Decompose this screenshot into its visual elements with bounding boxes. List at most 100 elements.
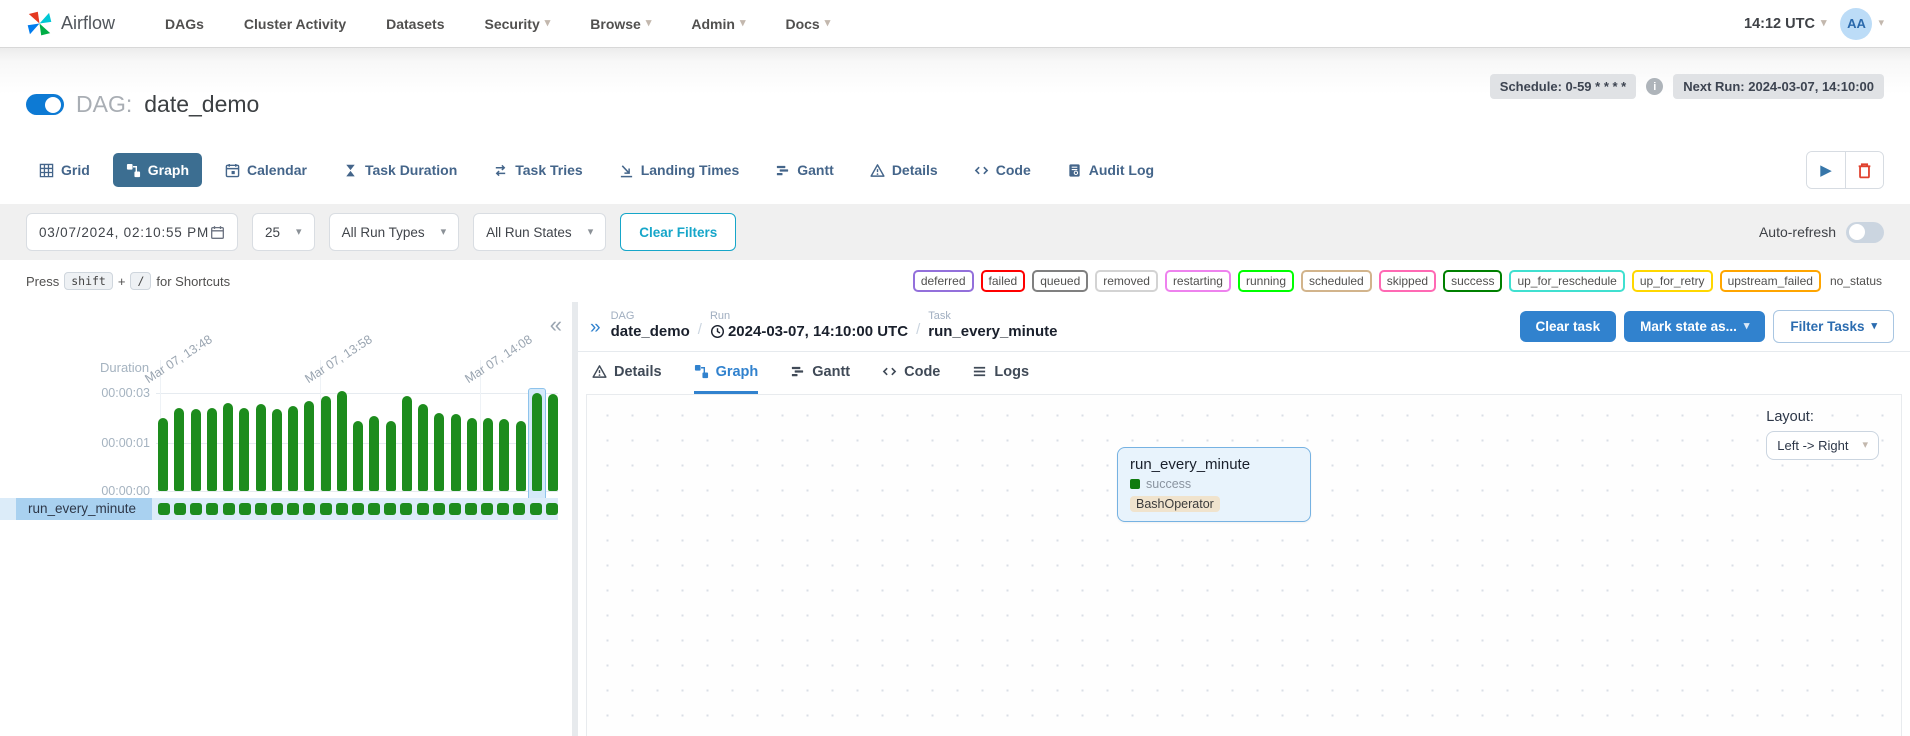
user-menu[interactable]: AA ▾ [1840, 8, 1884, 40]
duration-bar[interactable] [174, 408, 184, 491]
task-instance-success[interactable] [417, 503, 429, 515]
utc-clock[interactable]: 14:12 UTC ▾ [1744, 16, 1826, 32]
page-size-select[interactable]: 25▾ [252, 213, 315, 251]
task-instance-success[interactable] [384, 503, 396, 515]
run-states-select[interactable]: All Run States▾ [473, 213, 606, 251]
clear-filters-button[interactable]: Clear Filters [620, 213, 736, 251]
tab-grid[interactable]: Grid [26, 153, 103, 187]
trigger-dag-button[interactable]: ▶ [1807, 152, 1845, 188]
tab-logs[interactable]: Logs [972, 352, 1029, 394]
tab-landing-times[interactable]: Landing Times [606, 153, 753, 187]
task-instance-success[interactable] [530, 503, 542, 515]
task-instance-success[interactable] [481, 503, 493, 515]
tab-details[interactable]: Details [857, 153, 951, 187]
legend-badge-scheduled[interactable]: scheduled [1301, 270, 1372, 292]
task-instance-success[interactable] [368, 503, 380, 515]
duration-bar[interactable] [451, 414, 461, 491]
task-instance-success[interactable] [174, 503, 186, 515]
nav-item-dags[interactable]: DAGs [165, 16, 204, 32]
task-instance-success[interactable] [255, 503, 267, 515]
duration-bar[interactable] [239, 408, 249, 491]
run-types-select[interactable]: All Run Types▾ [329, 213, 460, 251]
task-instance-success[interactable] [449, 503, 461, 515]
base-date-input[interactable]: 03/07/2024, 02:10:55 PM [26, 213, 238, 251]
duration-bar[interactable] [402, 396, 412, 491]
tab-task-tries[interactable]: Task Tries [480, 153, 595, 187]
task-instance-success[interactable] [303, 503, 315, 515]
tab-graph[interactable]: Graph [113, 153, 202, 187]
tab-code[interactable]: Code [961, 153, 1044, 187]
task-node[interactable]: run_every_minute success BashOperator [1117, 447, 1311, 522]
tab-code[interactable]: Code [882, 352, 940, 394]
nav-item-security[interactable]: Security▾ [484, 16, 550, 32]
nav-item-datasets[interactable]: Datasets [386, 16, 444, 32]
task-instance-success[interactable] [513, 503, 525, 515]
legend-badge-success[interactable]: success [1443, 270, 1502, 292]
task-instance-success[interactable] [400, 503, 412, 515]
duration-bar[interactable] [386, 421, 396, 491]
duration-bar[interactable] [337, 391, 347, 491]
task-instance-success[interactable] [465, 503, 477, 515]
legend-badge-failed[interactable]: failed [981, 270, 1026, 292]
task-instance-success[interactable] [352, 503, 364, 515]
duration-bar[interactable] [434, 413, 444, 491]
task-row-label[interactable]: run_every_minute [16, 498, 152, 520]
auto-refresh-toggle[interactable] [1846, 222, 1884, 243]
task-instance-success[interactable] [287, 503, 299, 515]
duration-bar[interactable] [548, 394, 558, 491]
duration-bar[interactable] [158, 418, 168, 491]
duration-bar[interactable] [499, 419, 509, 491]
filter-tasks-button[interactable]: Filter Tasks ▾ [1773, 310, 1894, 343]
task-instance-success[interactable] [433, 503, 445, 515]
duration-bar[interactable] [272, 409, 282, 491]
duration-bar[interactable] [321, 396, 331, 491]
legend-badge-restarting[interactable]: restarting [1165, 270, 1231, 292]
breadcrumb-task[interactable]: Task run_every_minute [928, 310, 1057, 340]
nav-item-admin[interactable]: Admin▾ [691, 16, 745, 32]
duration-bar[interactable] [256, 404, 266, 491]
duration-bar[interactable] [467, 418, 477, 491]
nav-item-browse[interactable]: Browse▾ [590, 16, 651, 32]
task-instance-success[interactable] [239, 503, 251, 515]
collapse-panel-icon[interactable]: « [550, 314, 562, 336]
legend-badge-running[interactable]: running [1238, 270, 1294, 292]
duration-bar[interactable] [207, 408, 217, 491]
info-icon[interactable]: i [1646, 78, 1663, 95]
task-instance-success[interactable] [158, 503, 170, 515]
dag-pause-toggle[interactable] [26, 94, 64, 115]
duration-bar[interactable] [304, 401, 314, 491]
task-instance-success[interactable] [223, 503, 235, 515]
legend-badge-up-for-reschedule[interactable]: up_for_reschedule [1509, 270, 1624, 292]
tab-calendar[interactable]: Calendar [212, 153, 320, 187]
duration-bar[interactable] [418, 404, 428, 491]
mark-state-button[interactable]: Mark state as... ▾ [1624, 311, 1765, 342]
airflow-brand[interactable]: Airflow [26, 10, 115, 37]
duration-bar[interactable] [369, 416, 379, 491]
task-instance-success[interactable] [190, 503, 202, 515]
legend-badge-deferred[interactable]: deferred [913, 270, 974, 292]
duration-bar[interactable] [288, 406, 298, 491]
task-instance-success[interactable] [271, 503, 283, 515]
graph-canvas[interactable]: Layout: Left -> Right ▾ run_every_minute… [586, 394, 1902, 736]
duration-bar[interactable] [483, 418, 493, 491]
task-instance-success[interactable] [336, 503, 348, 515]
tab-details[interactable]: Details [592, 352, 662, 394]
task-instance-success[interactable] [320, 503, 332, 515]
tab-task-duration[interactable]: Task Duration [330, 153, 470, 187]
delete-dag-button[interactable] [1845, 152, 1883, 188]
duration-bar[interactable] [191, 409, 201, 491]
duration-bar[interactable] [532, 393, 542, 491]
breadcrumb-run[interactable]: Run 2024-03-07, 14:10:00 UTC [710, 310, 908, 340]
breadcrumb-dag[interactable]: DAG date_demo [611, 310, 690, 340]
task-instance-success[interactable] [546, 503, 558, 515]
tab-gantt[interactable]: Gantt [790, 352, 850, 394]
layout-select[interactable]: Left -> Right ▾ [1766, 431, 1879, 460]
duration-bar[interactable] [223, 403, 233, 491]
legend-badge-upstream-failed[interactable]: upstream_failed [1720, 270, 1821, 292]
legend-badge-removed[interactable]: removed [1095, 270, 1158, 292]
nav-item-cluster-activity[interactable]: Cluster Activity [244, 16, 346, 32]
legend-badge-queued[interactable]: queued [1032, 270, 1088, 292]
nav-item-docs[interactable]: Docs▾ [785, 16, 830, 32]
duration-bar[interactable] [516, 421, 526, 491]
legend-badge-skipped[interactable]: skipped [1379, 270, 1436, 292]
